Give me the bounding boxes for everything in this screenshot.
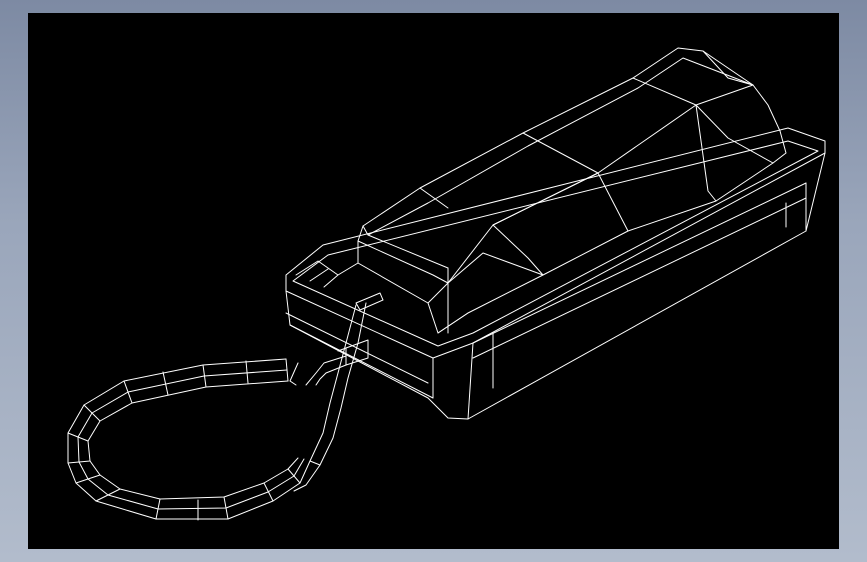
handset-right-facet-3	[695, 84, 754, 106]
handset-seg-2	[522, 132, 599, 174]
coil-inner	[87, 380, 299, 500]
handset-seg-3	[632, 77, 697, 106]
wireframe-drawing	[67, 47, 826, 521]
handset-jack	[355, 292, 384, 311]
coiled-cord	[67, 358, 321, 521]
handset-right-facet	[695, 104, 717, 202]
base-front-edge-2	[467, 342, 474, 420]
handset-left-edge-2	[437, 312, 469, 334]
cord-strand-b	[319, 302, 367, 466]
handset	[337, 47, 787, 334]
handset-top-ridge	[362, 47, 754, 227]
coil-ring	[245, 360, 249, 384]
handset-center-facet-2	[492, 172, 599, 226]
handset-side-upper	[447, 104, 697, 284]
base-rim-top	[285, 127, 826, 359]
handset-center-facet	[492, 224, 544, 276]
coil-mid	[77, 369, 305, 510]
handset-left-cap-2	[357, 225, 364, 264]
coil-junction	[293, 460, 321, 492]
base-rim-inner	[292, 140, 819, 347]
cord-connector	[289, 292, 384, 466]
handset-left-front	[357, 262, 439, 334]
handset-left-lower	[337, 262, 359, 276]
handset-left-edge	[427, 282, 449, 304]
cad-viewport[interactable]	[28, 13, 839, 549]
base-cradle-left-2	[309, 268, 329, 282]
window-frame	[0, 0, 867, 562]
handset-side-mid	[447, 252, 544, 284]
coil-outer	[67, 358, 311, 520]
base-side-line-3	[472, 197, 807, 359]
phone-base	[285, 127, 826, 420]
cord-stub-3	[289, 362, 299, 386]
handset-side-lower	[437, 200, 717, 334]
handset-left-cap	[362, 225, 449, 284]
cord-stub	[305, 355, 347, 386]
base-front-face	[285, 152, 826, 420]
base-side-line	[289, 324, 434, 399]
